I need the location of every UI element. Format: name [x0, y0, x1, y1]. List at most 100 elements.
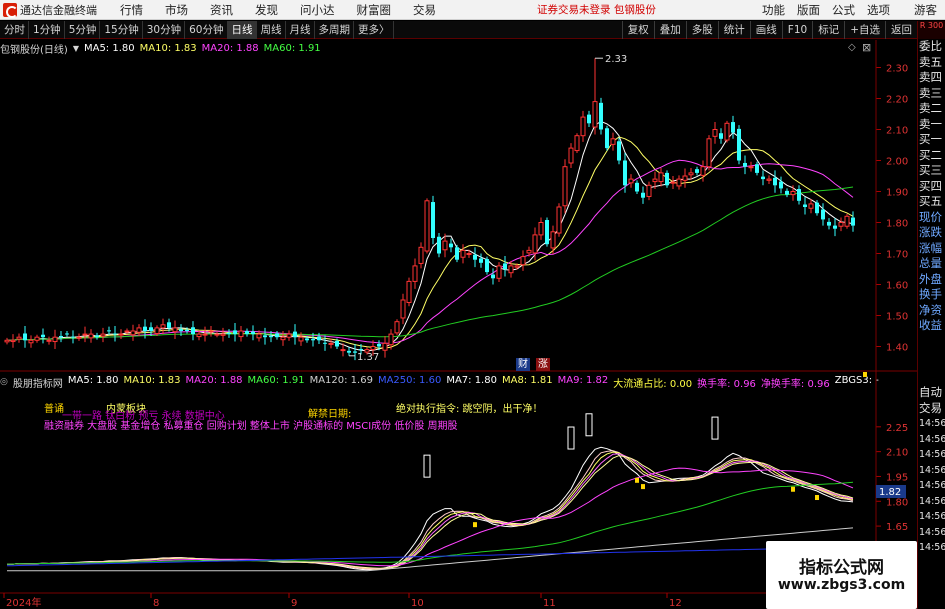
candle-body-down: [23, 333, 27, 341]
candle-body-up: [568, 147, 574, 164]
period-monthly[interactable]: 月线: [286, 20, 315, 39]
rise-badge[interactable]: 涨: [536, 358, 550, 371]
candle-body-up: [724, 122, 730, 141]
price-tick-label: 1.50: [886, 312, 908, 323]
period-weekly[interactable]: 周线: [257, 20, 286, 39]
price-tick-label: 1.70: [886, 250, 908, 261]
candle-body-up: [790, 191, 796, 196]
side-auto-trade[interactable]: 交易: [918, 401, 945, 417]
candle-body-down: [503, 263, 507, 269]
candle-body-up: [388, 333, 394, 346]
candle-body-up: [580, 116, 586, 137]
main-ma-lines: [7, 120, 854, 352]
menu-item-discover[interactable]: 发现: [244, 2, 289, 18]
side-tick-time[interactable]: 14:56: [918, 525, 945, 541]
tool-f10[interactable]: F10: [781, 20, 812, 39]
menu-options[interactable]: 选项: [861, 2, 896, 18]
menu-item-trade[interactable]: 交易: [402, 2, 447, 18]
time-axis-label: 10: [411, 598, 424, 609]
candle-body-up: [562, 166, 568, 207]
side-auto-trade[interactable]: 自动: [918, 385, 945, 401]
side-item[interactable]: 卖一: [918, 117, 945, 133]
signal-dot: [791, 486, 795, 492]
period-daily[interactable]: 日线: [227, 20, 257, 39]
side-item[interactable]: 买四: [918, 179, 945, 195]
side-item[interactable]: 外盘: [918, 272, 945, 288]
high-price-label: 2.33: [605, 54, 627, 65]
side-tick-time[interactable]: 14:56: [918, 416, 945, 432]
side-item[interactable]: 净资: [918, 303, 945, 319]
tool-overlay[interactable]: 叠加: [653, 20, 686, 39]
price-tick-label: 1.60: [886, 281, 908, 292]
tool-stats[interactable]: 统计: [717, 20, 750, 39]
candle-body-down: [233, 330, 237, 335]
candle-body-up: [412, 265, 418, 282]
side-tick-time[interactable]: 14:56: [918, 478, 945, 494]
candle-body-up: [208, 330, 214, 333]
candle-body-up: [298, 336, 304, 342]
side-item[interactable]: 买五: [918, 194, 945, 210]
menu-formula[interactable]: 公式: [826, 2, 861, 18]
candle-body-up: [382, 342, 388, 351]
finance-badge[interactable]: 财: [516, 358, 530, 371]
candle-body-down: [779, 181, 783, 189]
candle-body-down: [311, 339, 315, 341]
menu-function[interactable]: 功能: [756, 2, 791, 18]
side-tick-time[interactable]: 14:56: [918, 447, 945, 463]
candle-body-down: [755, 164, 759, 173]
candle-body-up: [592, 101, 598, 128]
period-15min[interactable]: 15分钟: [100, 20, 143, 39]
side-item[interactable]: 委比: [918, 39, 945, 55]
side-item[interactable]: 涨跌: [918, 225, 945, 241]
period-1min[interactable]: 1分钟: [29, 20, 65, 39]
side-panel-head[interactable]: R 300: [918, 21, 945, 39]
period-5min[interactable]: 5分钟: [65, 20, 101, 39]
guest-label[interactable]: 游客: [896, 2, 945, 18]
candle-body-down: [479, 258, 483, 263]
candle-body-up: [202, 333, 208, 336]
side-item[interactable]: 现价: [918, 210, 945, 226]
menu-item-quotes[interactable]: 行情: [109, 2, 154, 18]
candle-body-down: [431, 202, 435, 238]
side-tick-time[interactable]: 14:56: [918, 540, 945, 556]
side-tick-time[interactable]: 14:56: [918, 494, 945, 510]
tool-mark[interactable]: 标记: [812, 20, 844, 39]
period-60min[interactable]: 60分钟: [185, 20, 228, 39]
tool-back[interactable]: 返回: [885, 20, 917, 39]
side-item[interactable]: 买三: [918, 163, 945, 179]
menu-item-wealth[interactable]: 财富圈: [346, 2, 403, 18]
side-item[interactable]: 卖二: [918, 101, 945, 117]
candle-body-down: [107, 330, 111, 332]
side-item[interactable]: 总量: [918, 256, 945, 272]
candle-body-down: [785, 190, 789, 195]
side-item[interactable]: 换手: [918, 287, 945, 303]
tool-add-watchlist[interactable]: +自选: [844, 20, 885, 39]
candle-body-up: [238, 330, 244, 338]
side-item[interactable]: 买一: [918, 132, 945, 148]
menu-item-ask[interactable]: 问小达: [289, 2, 346, 18]
candle-body-up: [658, 172, 664, 183]
login-status[interactable]: 证券交易未登录 包钢股份: [537, 2, 656, 17]
menu-item-news[interactable]: 资讯: [199, 2, 244, 18]
side-item[interactable]: 卖三: [918, 86, 945, 102]
side-tick-time[interactable]: 14:56: [918, 463, 945, 479]
period-more[interactable]: 更多〉: [354, 20, 394, 39]
side-tick-time[interactable]: 14:56: [918, 509, 945, 525]
menu-item-market[interactable]: 市场: [154, 2, 199, 18]
side-item[interactable]: 卖五: [918, 55, 945, 71]
period-multi[interactable]: 多周期: [315, 20, 354, 39]
side-item[interactable]: 收益: [918, 318, 945, 334]
side-item[interactable]: 涨幅: [918, 241, 945, 257]
side-item[interactable]: 买二: [918, 148, 945, 164]
candle-body-down: [191, 327, 195, 335]
tool-multi-stock[interactable]: 多股: [685, 20, 718, 39]
menu-layout[interactable]: 版面: [791, 2, 826, 18]
candlestick-chart[interactable]: 2.30 2.20 2.10 2.00 1.90 1.80 1.70 1.60 1.50 1.40…: [0, 40, 917, 372]
period-30min[interactable]: 30分钟: [143, 20, 186, 39]
period-timeshare[interactable]: 分时: [0, 20, 29, 39]
tool-draw[interactable]: 画线: [749, 20, 782, 39]
side-item[interactable]: 卖四: [918, 70, 945, 86]
side-tick-time[interactable]: 14:56: [918, 432, 945, 448]
tool-adjust[interactable]: 复权: [621, 20, 654, 39]
indicator-lines: [6, 372, 867, 572]
